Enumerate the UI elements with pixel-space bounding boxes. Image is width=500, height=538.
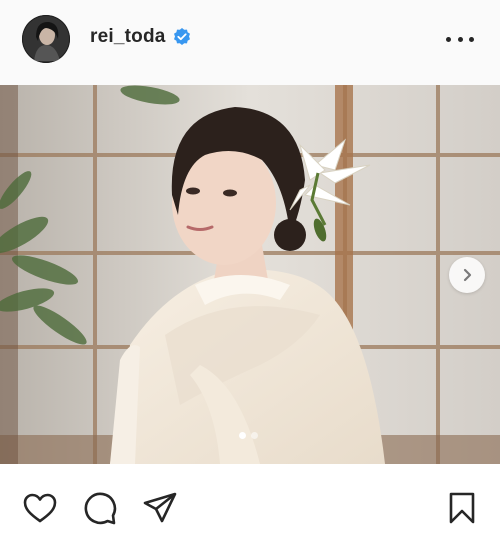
carousel-next-button[interactable] bbox=[449, 257, 485, 293]
bookmark-icon bbox=[449, 492, 475, 524]
post-header: rei_toda bbox=[0, 0, 500, 84]
carousel-dot bbox=[251, 432, 258, 439]
share-button[interactable] bbox=[142, 490, 178, 526]
save-button[interactable] bbox=[444, 490, 480, 526]
like-button[interactable] bbox=[22, 490, 58, 526]
avatar[interactable] bbox=[22, 15, 70, 63]
post-image[interactable] bbox=[0, 85, 500, 464]
send-icon bbox=[143, 492, 177, 523]
username-row: rei_toda bbox=[90, 26, 192, 48]
comment-button[interactable] bbox=[82, 490, 118, 526]
more-options-icon bbox=[446, 36, 451, 42]
chevron-right-icon bbox=[463, 268, 472, 282]
verified-badge-icon bbox=[172, 27, 192, 47]
more-options-dot bbox=[469, 36, 474, 42]
more-options-dot bbox=[457, 36, 463, 42]
carousel-dot-active bbox=[239, 432, 246, 439]
comment-icon bbox=[84, 492, 117, 525]
post-actions bbox=[0, 464, 500, 538]
photo-illustration bbox=[0, 85, 500, 464]
carousel-indicator bbox=[239, 432, 258, 439]
instagram-post: rei_toda bbox=[0, 0, 500, 538]
heart-icon bbox=[23, 493, 57, 523]
username-link[interactable]: rei_toda bbox=[90, 26, 166, 48]
more-options-button[interactable] bbox=[446, 28, 474, 50]
